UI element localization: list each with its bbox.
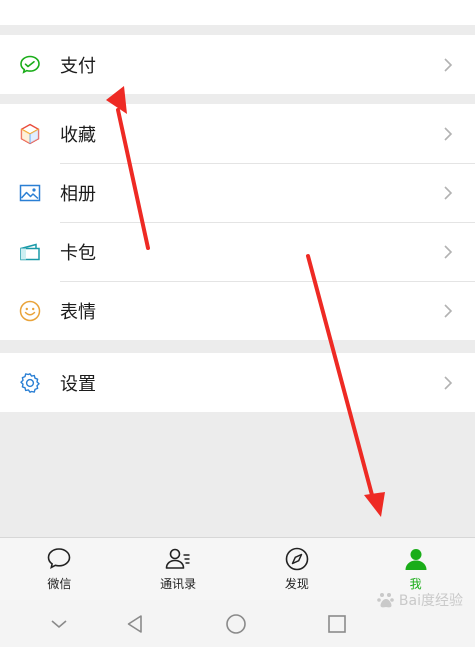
tab-contacts[interactable]: 通讯录 xyxy=(119,538,238,600)
baidu-watermark: Bai度经验 xyxy=(376,590,463,610)
menu-item-favorites[interactable]: 收藏 xyxy=(0,104,475,163)
menu-item-label: 卡包 xyxy=(60,242,96,264)
menu-group-pay: 支付 xyxy=(0,35,475,94)
chevron-right-icon xyxy=(443,373,457,393)
menu-item-label: 设置 xyxy=(60,373,96,395)
tab-discover[interactable]: 发现 xyxy=(238,538,357,600)
person-icon xyxy=(402,545,430,573)
baidu-paw-icon xyxy=(377,593,394,608)
menu-item-label: 收藏 xyxy=(60,124,96,146)
menu-item-label: 表情 xyxy=(60,301,96,323)
chat-bubble-icon xyxy=(45,545,73,573)
card-wallet-icon xyxy=(18,240,42,264)
wechat-pay-icon xyxy=(18,53,42,77)
favorites-cube-icon xyxy=(18,122,42,146)
home-circle-icon[interactable] xyxy=(223,611,249,637)
tab-chats[interactable]: 微信 xyxy=(0,538,119,600)
menu-item-pay[interactable]: 支付 xyxy=(0,35,475,94)
compass-icon xyxy=(283,545,311,573)
recents-square-icon[interactable] xyxy=(324,611,350,637)
menu-group-settings: 设置 xyxy=(0,353,475,412)
chevron-right-icon xyxy=(443,55,457,75)
previous-group-sliver xyxy=(0,0,475,25)
menu-item-stickers[interactable]: 表情 xyxy=(0,281,475,340)
menu-item-album[interactable]: 相册 xyxy=(0,163,475,222)
menu-item-label: 支付 xyxy=(60,55,96,77)
menu-item-label: 相册 xyxy=(60,183,96,205)
chevron-right-icon xyxy=(443,183,457,203)
sticker-smiley-icon xyxy=(18,299,42,323)
tab-label: 通讯录 xyxy=(160,577,197,591)
back-chevron-icon[interactable] xyxy=(46,611,72,637)
back-triangle-icon[interactable] xyxy=(122,611,148,637)
tab-label: 微信 xyxy=(47,577,72,591)
tab-label: 发现 xyxy=(284,577,309,591)
menu-item-settings[interactable]: 设置 xyxy=(0,353,475,412)
chevron-right-icon xyxy=(443,301,457,321)
album-image-icon xyxy=(18,181,42,205)
menu-group-collections: 收藏 相册 卡包 表情 xyxy=(0,104,475,340)
menu-item-card-wallet[interactable]: 卡包 xyxy=(0,222,475,281)
settings-gear-icon xyxy=(18,371,42,395)
watermark-text: Bai度经验 xyxy=(398,593,463,609)
chevron-right-icon xyxy=(443,124,457,144)
chevron-right-icon xyxy=(443,242,457,262)
contacts-icon xyxy=(164,545,192,573)
